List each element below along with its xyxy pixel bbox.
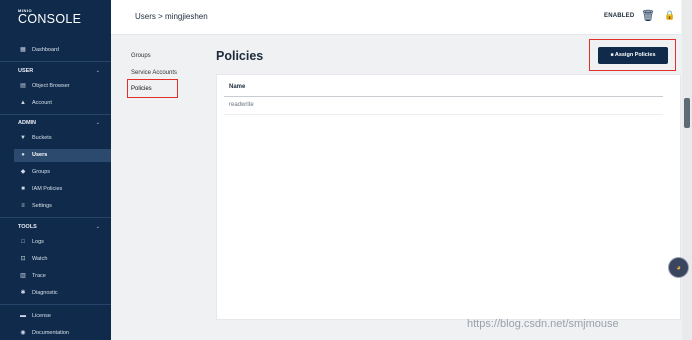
account-icon: ▲: [20, 100, 26, 106]
sidebar-item-label: Account: [32, 100, 52, 106]
sidebar-item-logs[interactable]: □ Logs: [14, 236, 111, 249]
table-header-divider: [224, 96, 663, 97]
breadcrumb: Users > mingjieshen: [135, 12, 208, 21]
status-badge: ENABLED: [604, 13, 635, 19]
sidebar-item-label: Dashboard: [32, 47, 59, 53]
sidebar-item-settings[interactable]: ≡ Settings: [14, 200, 111, 213]
assign-policies-button[interactable]: ■ Assign Policies: [598, 47, 668, 64]
sidebar-item-users[interactable]: ● Users: [14, 149, 111, 162]
avatar[interactable]: ◕: [668, 257, 689, 278]
sidebar-item-dashboard[interactable]: ▦ Dashboard: [14, 44, 111, 57]
sidebar-item-object-browser[interactable]: ▤ Object Browser: [14, 80, 111, 93]
sidebar-item-documentation[interactable]: ◉ Documentation: [14, 327, 111, 340]
sidebar-item-account[interactable]: ▲ Account: [14, 97, 111, 110]
trace-icon: ▥: [20, 273, 26, 279]
lock-icon[interactable]: 🔒: [664, 10, 675, 21]
sidebar-divider: [0, 114, 111, 115]
object-browser-icon: ▤: [20, 83, 26, 89]
sidebar-divider: [0, 217, 111, 218]
sidebar-section-user[interactable]: USER ⌄: [18, 68, 110, 74]
assign-policies-label: Assign Policies: [614, 52, 656, 58]
section-label: ADMIN: [18, 120, 37, 126]
sidebar-item-label: Settings: [32, 203, 52, 209]
sidebar-item-watch[interactable]: ⊡ Watch: [14, 253, 111, 266]
sidebar-item-label: Documentation: [32, 330, 69, 336]
dashboard-icon: ▦: [20, 47, 26, 53]
sidebar-section-admin[interactable]: ADMIN ⌄: [18, 120, 110, 126]
sidebar-item-label: Groups: [32, 169, 51, 175]
sidebar-item-label: Logs: [32, 239, 44, 245]
logs-icon: □: [21, 239, 25, 245]
sidebar-item-iam-policies[interactable]: ■ IAM Policies: [14, 183, 111, 196]
policy-icon: ■: [21, 186, 25, 192]
minio-logo[interactable]: MINIO CONSOLE: [18, 9, 81, 26]
submenu-item-service-accounts[interactable]: Service Accounts: [131, 70, 177, 76]
user-icon: ●: [21, 152, 25, 158]
sidebar-item-trace[interactable]: ▥ Trace: [14, 270, 111, 283]
sidebar-divider: [0, 61, 111, 62]
chevron-down-icon: ⌄: [95, 120, 100, 126]
sidebar-section-tools[interactable]: TOOLS ⌄: [18, 224, 110, 230]
sidebar-item-license[interactable]: ▬ License: [14, 310, 111, 323]
settings-icon: ≡: [21, 203, 25, 209]
policy-icon: ■: [610, 52, 614, 58]
sidebar-item-label: Trace: [32, 273, 46, 279]
sidebar-item-label: License: [32, 313, 51, 319]
sidebar-item-label: Diagnostic: [32, 290, 58, 296]
table-column-header: Name: [229, 84, 246, 90]
trash-icon[interactable]: 🗑: [641, 9, 655, 22]
bucket-icon: ▼: [20, 135, 26, 141]
sidebar-item-diagnostic[interactable]: ✱ Diagnostic: [14, 287, 111, 300]
section-label: USER: [18, 68, 34, 74]
highlight-box: [127, 79, 178, 98]
watch-icon: ⊡: [20, 256, 26, 262]
section-label: TOOLS: [18, 224, 37, 230]
sidebar-item-buckets[interactable]: ▼ Buckets: [14, 132, 111, 145]
scrollbar-thumb[interactable]: [684, 98, 690, 128]
groups-icon: ◆: [20, 169, 26, 175]
sidebar-item-label: Watch: [32, 256, 48, 262]
policies-panel: [216, 74, 681, 320]
sidebar-divider: [0, 304, 111, 305]
logo-console-text: CONSOLE: [18, 12, 82, 26]
submenu-item-groups[interactable]: Groups: [131, 53, 151, 59]
sidebar-item-label: Object Browser: [32, 83, 70, 89]
license-icon: ▬: [20, 313, 26, 319]
sidebar-item-label: Users: [32, 152, 48, 158]
page-title: Policies: [216, 49, 264, 63]
sidebar-item-label: IAM Policies: [32, 186, 63, 192]
sidebar: MINIO CONSOLE ▦ Dashboard USER ⌄ ▤ Objec…: [0, 0, 111, 340]
documentation-icon: ◉: [20, 330, 26, 336]
diagnostic-icon: ✱: [20, 290, 26, 296]
scrollbar[interactable]: [682, 0, 692, 340]
chevron-down-icon: ⌄: [95, 224, 100, 230]
table-row-divider: [224, 114, 663, 115]
sidebar-item-groups[interactable]: ◆ Groups: [14, 166, 111, 179]
table-row[interactable]: readwrite: [229, 102, 254, 108]
watermark: https://blog.csdn.net/smjmouse: [467, 318, 619, 330]
page-header: Users > mingjieshen ENABLED 🗑 🔒: [111, 0, 681, 35]
sidebar-item-label: Buckets: [32, 135, 52, 141]
chevron-down-icon: ⌄: [95, 68, 100, 74]
